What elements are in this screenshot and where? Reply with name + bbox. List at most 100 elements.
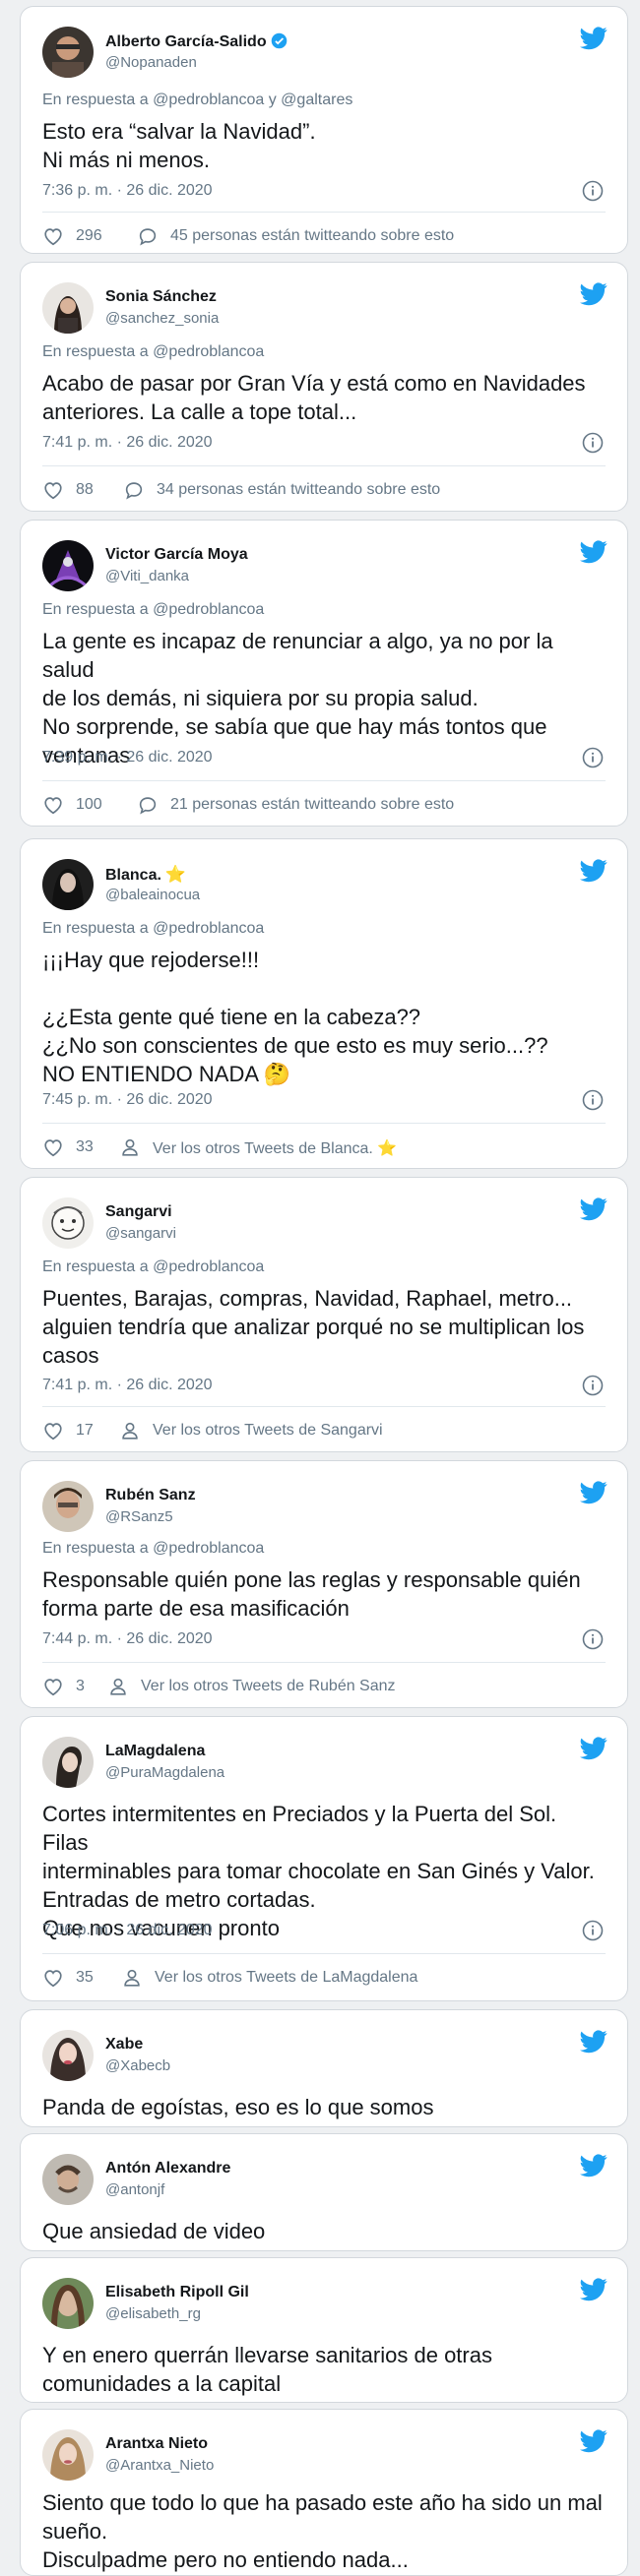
info-icon[interactable]: [582, 1920, 604, 1941]
profile-link[interactable]: Ver los otros Tweets de Blanca. ⭐: [153, 1138, 397, 1158]
tweet-card[interactable]: Blanca. ⭐ @baleainocua En respuesta a @pe…: [20, 838, 628, 1169]
avatar[interactable]: [42, 2429, 94, 2481]
heart-icon[interactable]: [42, 479, 64, 501]
reply-prefix: En respuesta a: [42, 601, 154, 618]
twitter-bird-icon[interactable]: [580, 1481, 608, 1504]
reply-mentions[interactable]: @pedroblancoa y @galtares: [153, 92, 352, 108]
author-handle[interactable]: @PuraMagdalena: [105, 1764, 224, 1781]
avatar[interactable]: [42, 1737, 94, 1788]
author-handle[interactable]: @elisabeth_rg: [105, 2305, 201, 2322]
info-icon[interactable]: [582, 1089, 604, 1111]
avatar[interactable]: [42, 540, 94, 591]
author-name[interactable]: Sonia Sánchez: [105, 288, 217, 306]
author-name[interactable]: Blanca. ⭐: [105, 865, 186, 885]
twitter-bird-icon[interactable]: [580, 2030, 608, 2054]
like-count: 35: [76, 1969, 94, 1986]
author-handle[interactable]: @Arantxa_Nieto: [105, 2457, 214, 2474]
tweet-timestamp[interactable]: 7:39 p. m. · 26 dic. 2020: [42, 749, 213, 767]
tweet-card[interactable]: Antón Alexandre @antonjf Que ansiedad de…: [20, 2133, 628, 2251]
tweet-text: Puentes, Barajas, compras, Navidad, Raph…: [42, 1286, 585, 1368]
author-handle[interactable]: @sanchez_sonia: [105, 310, 219, 327]
person-icon[interactable]: [119, 1420, 141, 1441]
person-icon[interactable]: [107, 1676, 129, 1697]
author-name[interactable]: Alberto García-Salido: [105, 32, 288, 51]
author-name[interactable]: Antón Alexandre: [105, 2160, 230, 2177]
heart-icon[interactable]: [42, 1676, 64, 1697]
twitter-bird-icon[interactable]: [580, 282, 608, 306]
twitter-bird-icon[interactable]: [580, 27, 608, 50]
tweet-timestamp[interactable]: 7:45 p. m. · 26 dic. 2020: [42, 1091, 213, 1109]
tweet-card[interactable]: Victor García Moya @Viti_danka En respue…: [20, 520, 628, 827]
author-handle[interactable]: @antonjf: [105, 2181, 164, 2198]
reply-mentions[interactable]: @pedroblancoa: [153, 920, 264, 937]
twitter-bird-icon[interactable]: [580, 540, 608, 564]
author-handle[interactable]: @RSanz5: [105, 1508, 173, 1525]
tweet-card[interactable]: LaMagdalena @PuraMagdalena Cortes interm…: [20, 1716, 628, 2001]
avatar[interactable]: [42, 2154, 94, 2205]
heart-icon[interactable]: [42, 1420, 64, 1441]
avatar[interactable]: [42, 859, 94, 910]
twitter-bird-icon[interactable]: [580, 1197, 608, 1221]
heart-icon[interactable]: [42, 794, 64, 816]
author-name[interactable]: Arantxa Nieto: [105, 2435, 208, 2453]
info-icon[interactable]: [582, 180, 604, 202]
reply-mentions[interactable]: @pedroblancoa: [153, 1258, 264, 1275]
tweet-timestamp[interactable]: 7:41 p. m. · 26 dic. 2020: [42, 1377, 213, 1394]
author-handle[interactable]: @sangarvi: [105, 1225, 176, 1242]
author-handle[interactable]: @Nopanaden: [105, 54, 197, 71]
tweet-timestamp[interactable]: 7:41 p. m. · 26 dic. 2020: [42, 434, 213, 452]
avatar[interactable]: [42, 2030, 94, 2081]
author-handle[interactable]: @baleainocua: [105, 887, 200, 903]
tweet-card[interactable]: Arantxa Nieto @Arantxa_Nieto Siento que …: [20, 2409, 628, 2576]
tweet-card[interactable]: Elisabeth Ripoll Gil @elisabeth_rg Y en …: [20, 2257, 628, 2403]
tweet-timestamp[interactable]: 7:36 p. m. · 26 dic. 2020: [42, 182, 213, 200]
avatar[interactable]: [42, 282, 94, 334]
avatar[interactable]: [42, 2278, 94, 2329]
author-name[interactable]: Rubén Sanz: [105, 1487, 196, 1504]
info-icon[interactable]: [582, 1375, 604, 1396]
comment-icon[interactable]: [137, 794, 159, 816]
heart-icon[interactable]: [42, 1136, 64, 1158]
author-handle[interactable]: @Xabecb: [105, 2057, 170, 2074]
engagement-link[interactable]: 21 personas están twitteando sobre esto: [170, 796, 454, 814]
author-name[interactable]: LaMagdalena: [105, 1743, 205, 1760]
heart-icon[interactable]: [42, 225, 64, 247]
avatar[interactable]: [42, 27, 94, 78]
comment-icon[interactable]: [123, 479, 145, 501]
twitter-bird-icon[interactable]: [580, 2154, 608, 2177]
author-name[interactable]: Victor García Moya: [105, 546, 248, 564]
tweet-card[interactable]: Rubén Sanz @RSanz5 En respuesta a @pedro…: [20, 1460, 628, 1708]
avatar[interactable]: [42, 1197, 94, 1249]
twitter-bird-icon[interactable]: [580, 1737, 608, 1760]
tweet-timestamp[interactable]: 7:44 p. m. · 26 dic. 2020: [42, 1630, 213, 1648]
info-icon[interactable]: [582, 747, 604, 768]
avatar[interactable]: [42, 1481, 94, 1532]
tweet-actions: 33 Ver los otros Tweets de Blanca. ⭐: [42, 1136, 606, 1160]
profile-link[interactable]: Ver los otros Tweets de Rubén Sanz: [141, 1678, 396, 1695]
tweet-card[interactable]: Sangarvi @sangarvi En respuesta a @pedro…: [20, 1177, 628, 1452]
heart-icon[interactable]: [42, 1967, 64, 1989]
profile-link[interactable]: Ver los otros Tweets de LaMagdalena: [155, 1969, 417, 1987]
author-name[interactable]: Elisabeth Ripoll Gil: [105, 2284, 249, 2301]
tweet-card[interactable]: Alberto García-Salido @Nopanaden En resp…: [20, 6, 628, 254]
tweet-card[interactable]: Xabe @Xabecb Panda de egoístas, eso es l…: [20, 2009, 628, 2127]
reply-mentions[interactable]: @pedroblancoa: [153, 1540, 264, 1557]
engagement-link[interactable]: 45 personas están twitteando sobre esto: [170, 227, 454, 245]
tweet-card[interactable]: Sonia Sánchez @sanchez_sonia En respuest…: [20, 262, 628, 512]
person-icon[interactable]: [121, 1967, 143, 1989]
info-icon[interactable]: [582, 432, 604, 454]
author-name[interactable]: Sangarvi: [105, 1203, 172, 1221]
twitter-bird-icon[interactable]: [580, 2278, 608, 2301]
info-icon[interactable]: [582, 1628, 604, 1650]
twitter-bird-icon[interactable]: [580, 859, 608, 883]
twitter-bird-icon[interactable]: [580, 2429, 608, 2453]
person-icon[interactable]: [119, 1136, 141, 1158]
engagement-link[interactable]: 34 personas están twitteando sobre esto: [157, 481, 440, 499]
reply-mentions[interactable]: @pedroblancoa: [153, 601, 264, 618]
author-handle[interactable]: @Viti_danka: [105, 568, 189, 584]
author-name[interactable]: Xabe: [105, 2036, 143, 2054]
comment-icon[interactable]: [137, 225, 159, 247]
tweet-timestamp[interactable]: 7:06 p. m. · 26 dic. 2020: [42, 1922, 213, 1939]
profile-link[interactable]: Ver los otros Tweets de Sangarvi: [153, 1422, 383, 1440]
reply-mentions[interactable]: @pedroblancoa: [153, 343, 264, 360]
